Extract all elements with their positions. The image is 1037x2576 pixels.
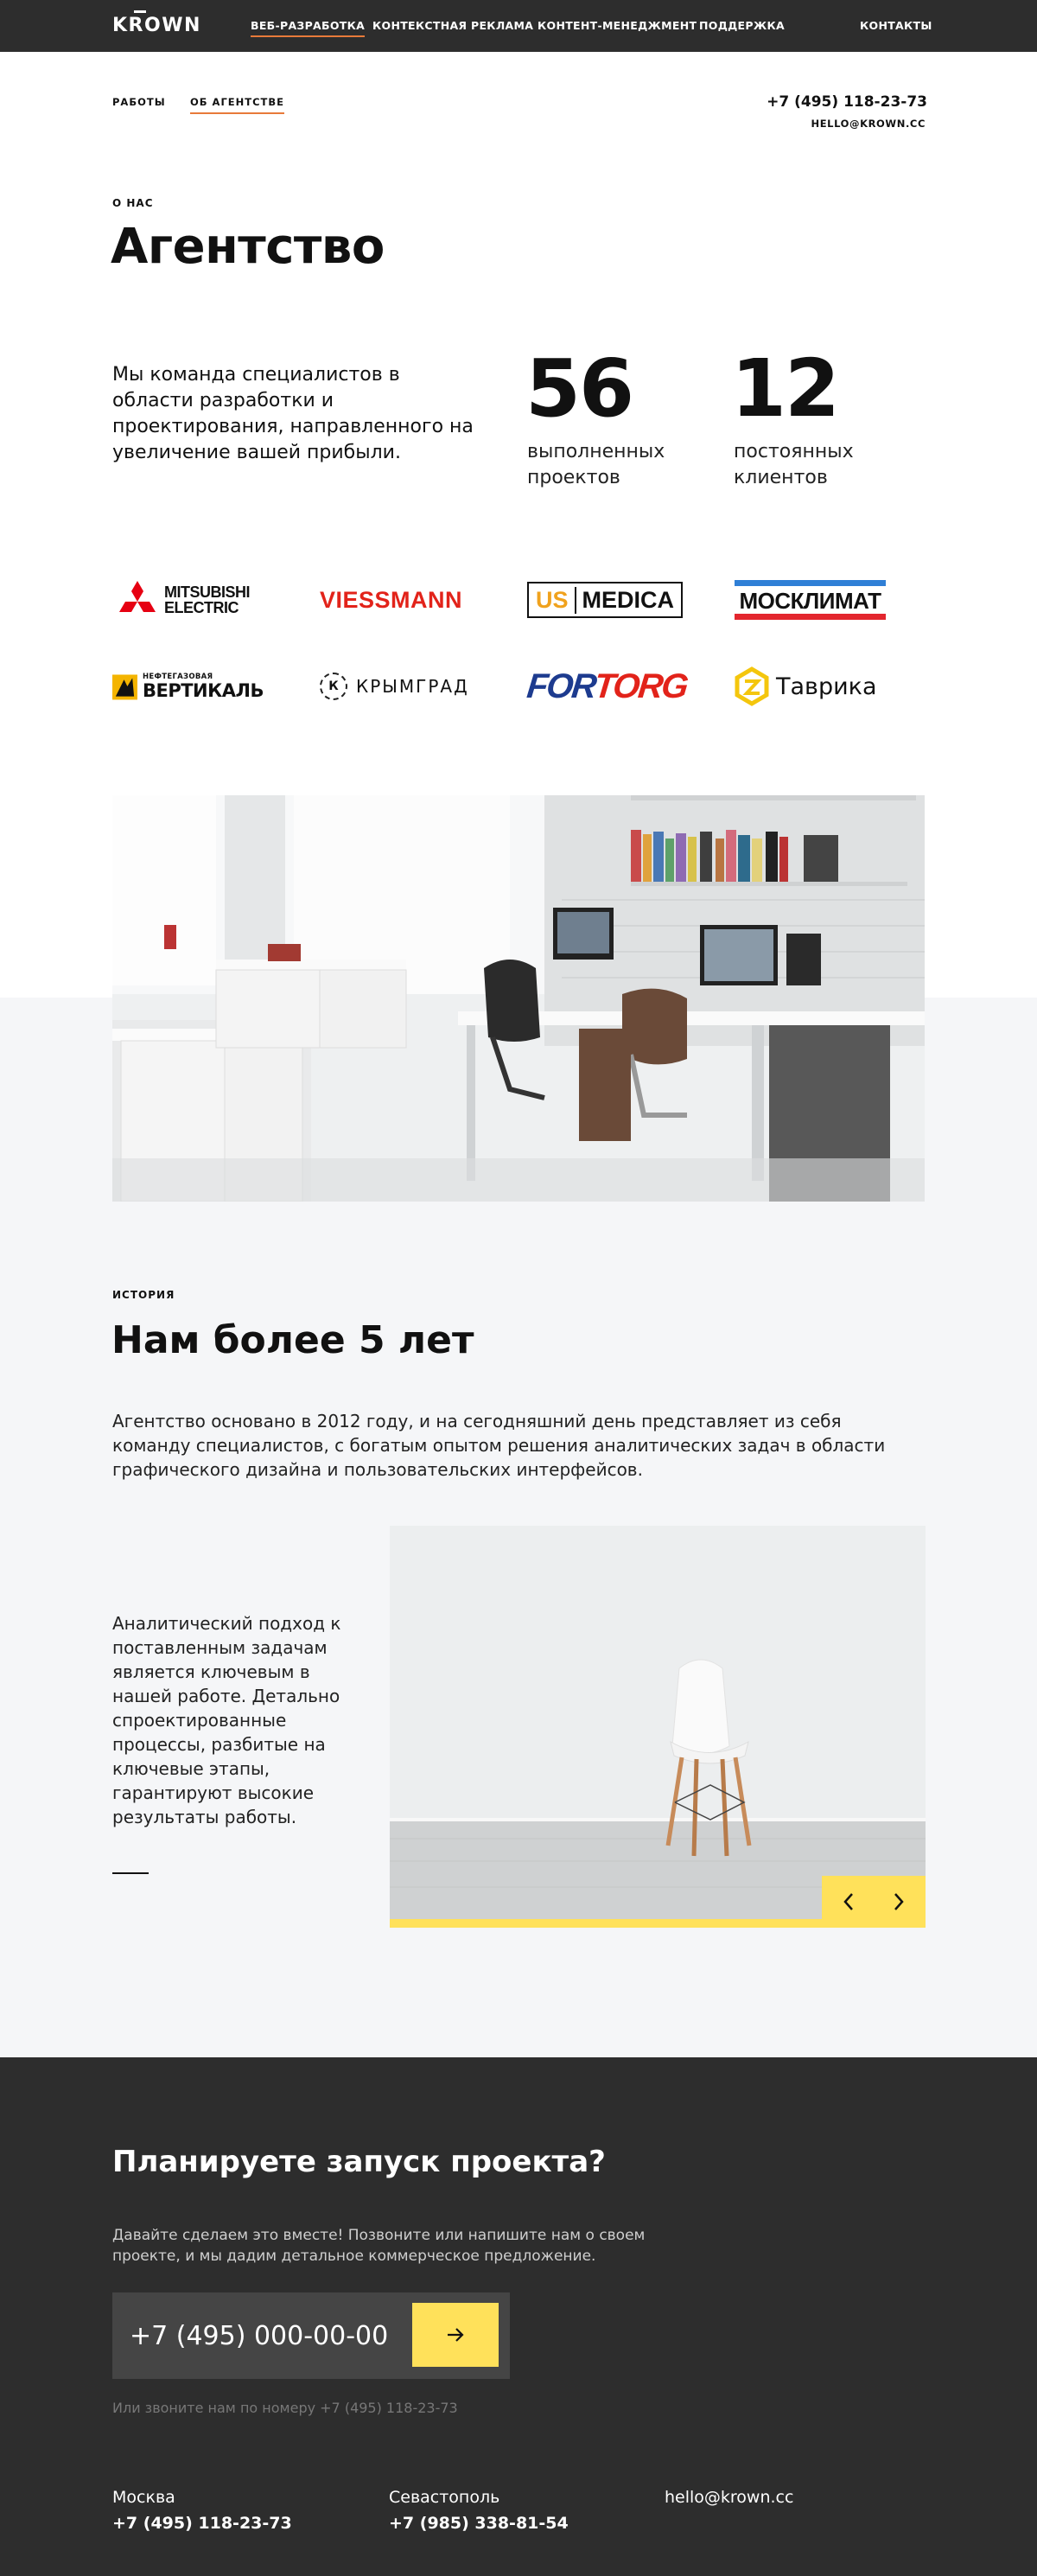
stat-projects-value: 56 <box>525 342 634 435</box>
nav-item-support[interactable]: ПОДДЕРЖКА <box>699 18 785 34</box>
history-side-text: Аналитический подход к поставленным зада… <box>112 1613 341 1827</box>
krymgrad-wordmark: КРЫМГРАД <box>356 676 469 697</box>
client-logo-fortorg: FORTORG <box>525 666 689 707</box>
history-paragraph: Агентство основано в 2012 году, и на сег… <box>112 1411 886 1480</box>
client-logo-viessmann: VIESSMANN <box>320 579 471 621</box>
mosklimat-red-stripe <box>735 614 886 620</box>
vertikal-mark-icon <box>112 674 137 700</box>
subnav-about-agency[interactable]: ОБ АГЕНТСТВЕ <box>190 95 285 114</box>
about-eyebrow: О НАС <box>112 197 154 209</box>
cta-text: Давайте сделаем это вместе! Позвоните ил… <box>112 2227 646 2265</box>
krymgrad-mark-icon: К <box>320 673 347 700</box>
nav-item-web-development[interactable]: ВЕБ-РАЗРАБОТКА <box>251 18 366 37</box>
office-city-sevastopol: Севастополь <box>389 2488 500 2507</box>
office-photo <box>112 795 925 1202</box>
nav-item-contacts[interactable]: КОНТАКТЫ <box>860 18 932 34</box>
stat-clients-label: постоянных клиентов <box>734 441 854 488</box>
mitsubishi-diamonds-icon <box>119 581 156 612</box>
client-logo-usmedica: US MEDICA <box>527 579 684 621</box>
usmedica-medica: MEDICA <box>582 586 675 613</box>
office-illustration <box>112 795 925 1202</box>
mosklimat-blue-stripe <box>735 580 886 586</box>
arrow-right-icon <box>448 2328 464 2342</box>
phone-input[interactable] <box>130 2318 398 2353</box>
footer-email[interactable]: hello@krown.cc <box>665 2488 793 2507</box>
stat-projects-label: выполненных проектов <box>527 441 665 488</box>
submit-phone-button[interactable] <box>412 2303 499 2367</box>
usmedica-us: US <box>536 586 576 614</box>
fortorg-for: FOR <box>525 666 597 705</box>
call-hint: Или звоните нам по номеру +7 (495) 118-2… <box>112 2400 458 2416</box>
krown-logo[interactable]: KROWN <box>112 13 201 39</box>
tavrika-wordmark: Таврика <box>776 673 877 700</box>
client-logo-mitsubishi: MITSUBISHI ELECTRIC <box>112 579 264 621</box>
client-logo-tavrika: Таврика <box>735 666 886 707</box>
history-eyebrow: ИСТОРИЯ <box>112 1289 175 1301</box>
mosklimat-wordmark: МОСКЛИМАТ <box>739 588 881 614</box>
office-phone-moscow[interactable]: +7 (495) 118-23-73 <box>112 2514 292 2533</box>
chair-illustration <box>390 1526 926 1919</box>
logo-accent-bar <box>134 10 146 13</box>
chevron-right-icon <box>894 1893 904 1910</box>
office-city-moscow: Москва <box>112 2488 175 2507</box>
text-underline-divider <box>112 1872 149 1874</box>
cta-title: Планируете запуск проекта? <box>112 2145 606 2179</box>
vertikal-line2: ВЕРТИКАЛЬ <box>142 680 264 701</box>
history-title: Нам более 5 лет <box>111 1318 474 1362</box>
stat-clients-value: 12 <box>731 342 840 435</box>
mitsubishi-line1: MITSUBISHI <box>164 583 251 601</box>
nav-item-context-advertising[interactable]: КОНТЕКСТНАЯ РЕКЛАМА <box>372 18 533 34</box>
slider-next-button[interactable] <box>877 1881 920 1922</box>
chair-photo <box>390 1526 926 1919</box>
viessmann-wordmark: VIESSMANN <box>320 586 463 613</box>
fortorg-torg: TORG <box>592 666 689 705</box>
nav-item-content-management[interactable]: КОНТЕНТ-МЕНЕДЖМЕНТ <box>538 18 697 34</box>
client-logo-mosklimat: МОСКЛИМАТ <box>735 579 886 621</box>
client-logo-vertikal: НЕФТЕГАЗОВАЯ ВЕРТИКАЛЬ <box>112 666 264 707</box>
header-phone[interactable]: +7 (495) 118-23-73 <box>767 93 927 111</box>
chevron-left-icon <box>843 1893 853 1910</box>
header-email[interactable]: HELLO@KROWN.CC <box>811 118 926 130</box>
subnav-works[interactable]: РАБОТЫ <box>112 95 166 109</box>
page-title: Агентство <box>111 219 385 275</box>
about-lead-text: Мы команда специалистов в области разраб… <box>112 364 474 463</box>
client-logo-krymgrad: К КРЫМГРАД <box>320 666 471 707</box>
office-phone-sevastopol[interactable]: +7 (985) 338-81-54 <box>389 2514 569 2533</box>
tavrika-hexagon-icon <box>735 666 769 706</box>
slider-prev-button[interactable] <box>827 1881 870 1922</box>
mitsubishi-line2: ELECTRIC <box>164 599 239 616</box>
